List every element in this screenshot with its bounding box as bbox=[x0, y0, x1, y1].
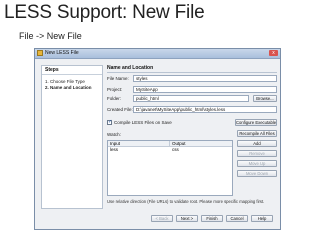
name-location-panel: Name and Location File Name: styles Proj… bbox=[107, 65, 277, 209]
project-field: MySiteApp bbox=[133, 86, 277, 93]
slide-subtitle: File -> New File bbox=[19, 31, 82, 41]
steps-header: Steps bbox=[42, 66, 102, 75]
folder-field[interactable]: public_html bbox=[133, 95, 249, 102]
created-file-label: Created File: bbox=[107, 107, 133, 112]
next-button[interactable]: Next > bbox=[176, 215, 198, 222]
add-button[interactable]: Add bbox=[237, 140, 277, 147]
section-header: Name and Location bbox=[107, 65, 277, 73]
browse-button[interactable]: Browse... bbox=[253, 95, 277, 102]
watch-label: Watch: bbox=[107, 132, 121, 137]
project-label: Project: bbox=[107, 87, 123, 92]
table-cell-output[interactable]: css bbox=[170, 147, 232, 153]
close-icon[interactable]: x bbox=[269, 50, 278, 56]
app-icon bbox=[37, 50, 43, 56]
cancel-button[interactable]: Cancel bbox=[226, 215, 248, 222]
move-down-button[interactable]: Move Down bbox=[237, 170, 277, 177]
new-less-file-dialog: New LESS File x Steps 1. Choose File Typ… bbox=[34, 48, 281, 230]
footer-note: Use relative direction (File URLs) to va… bbox=[107, 199, 265, 204]
finish-button[interactable]: Finish bbox=[201, 215, 223, 222]
file-name-field[interactable]: styles bbox=[133, 75, 277, 82]
dialog-titlebar: New LESS File x bbox=[35, 49, 280, 59]
dialog-title: New LESS File bbox=[45, 50, 79, 56]
step-name-and-location: 2. Name and Location bbox=[45, 85, 92, 90]
compile-less-label: Compile LESS Files on Save bbox=[114, 120, 172, 125]
compile-less-checkbox[interactable] bbox=[107, 119, 112, 125]
slide-title: LESS Support: New File bbox=[4, 2, 205, 23]
created-file-field: D:\javanet\MySiteApp\public_html\styles.… bbox=[133, 106, 277, 113]
recompile-all-button[interactable]: Recompile All Files bbox=[237, 130, 277, 137]
watch-table: Input Output less css bbox=[107, 140, 233, 196]
configure-executables-button[interactable]: Configure Executables... bbox=[235, 119, 277, 126]
file-name-label: File Name: bbox=[107, 76, 129, 81]
folder-label: Folder: bbox=[107, 96, 122, 101]
table-cell-input[interactable]: less bbox=[108, 147, 170, 153]
help-button[interactable]: Help bbox=[251, 215, 273, 222]
remove-button[interactable]: Remove bbox=[237, 150, 277, 157]
move-up-button[interactable]: Move Up bbox=[237, 160, 277, 167]
steps-panel: Steps 1. Choose File Type 2. Name and Lo… bbox=[41, 65, 103, 209]
back-button[interactable]: < Back bbox=[151, 215, 173, 222]
